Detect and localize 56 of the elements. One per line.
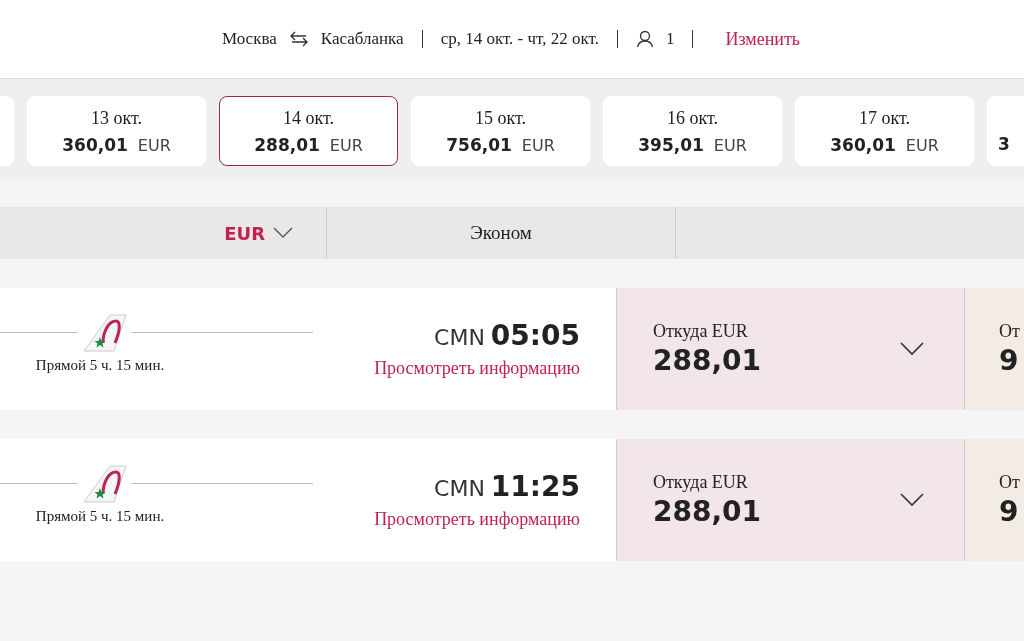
business-fare-cell[interactable]: От 9 <box>964 439 1024 561</box>
card-price: 360,01 <box>830 134 896 155</box>
fare-price: 9 <box>999 344 1020 377</box>
chevron-icon <box>900 342 924 356</box>
card-currency: EUR <box>905 135 939 155</box>
swap-arrows-icon <box>288 31 309 47</box>
currency-dropdown[interactable]: EUR <box>224 222 293 244</box>
details-link[interactable]: Просмотреть информацию <box>374 358 580 379</box>
airport-code: CMN <box>434 325 485 350</box>
flight-duration: Прямой 5 ч. 15 мин. <box>35 356 165 374</box>
date-card[interactable]: 13 окт. 360,01 EUR <box>27 96 206 166</box>
card-price: 756,01 <box>446 134 512 155</box>
change-link[interactable]: Изменить <box>725 28 800 50</box>
economy-fare-cell[interactable]: Откуда EUR 288,01 <box>616 439 964 561</box>
origin-city: Москва <box>222 29 277 49</box>
airline-tail-logo <box>80 463 130 504</box>
card-date: 14 окт. <box>283 107 334 129</box>
chevron-icon <box>273 227 293 239</box>
economy-fare-cell[interactable]: Откуда EUR 288,01 <box>616 288 964 410</box>
airport-code: CMN <box>434 476 485 501</box>
travel-dates: ср, 14 окт. - чт, 22 окт. <box>440 29 599 49</box>
date-card[interactable]: 14 окт. 288,01 EUR <box>219 96 398 166</box>
details-link[interactable]: Просмотреть информацию <box>374 509 580 530</box>
date-card[interactable]: 17 окт. 360,01 EUR <box>795 96 974 166</box>
chevron-icon <box>900 493 924 507</box>
airline-tail-logo <box>80 312 130 353</box>
business-fare-cell[interactable]: От 9 <box>964 288 1024 410</box>
person-icon <box>635 30 654 48</box>
fare-label: От <box>999 472 1021 493</box>
card-price: 288,01 <box>254 134 320 155</box>
fare-price: 9 <box>999 495 1020 528</box>
fare-price: 288,01 <box>653 495 762 528</box>
fare-price: 288,01 <box>653 344 762 377</box>
fare-label: Откуда EUR <box>653 472 749 493</box>
fare-label: От <box>999 321 1021 342</box>
arrival-time: 11:25 <box>490 470 580 503</box>
date-card[interactable]: 15 окт. 756,01 EUR <box>411 96 590 166</box>
card-currency: EUR <box>137 135 171 155</box>
card-price: 360,01 <box>62 134 128 155</box>
card-currency: EUR <box>329 135 363 155</box>
fare-label: Откуда EUR <box>653 321 749 342</box>
card-currency: EUR <box>713 135 747 155</box>
date-card[interactable]: 16 окт. 395,01 EUR <box>603 96 782 166</box>
card-price: 3 <box>998 134 1010 154</box>
flight-duration: Прямой 5 ч. 15 мин. <box>35 507 165 525</box>
card-currency: EUR <box>521 135 555 155</box>
passenger-count: 1 <box>665 29 675 49</box>
card-date: 17 окт. <box>859 107 910 129</box>
date-card[interactable]: 3 <box>987 96 1024 166</box>
card-date: 13 окт. <box>91 107 142 129</box>
card-date: 15 окт. <box>475 107 526 129</box>
arrival-time: 05:05 <box>490 319 580 352</box>
destination-city: Касабланка <box>320 29 404 49</box>
card-date: 16 окт. <box>667 107 718 129</box>
card-price: 395,01 <box>638 134 704 155</box>
cabin-column-header: Эконом <box>326 207 675 259</box>
